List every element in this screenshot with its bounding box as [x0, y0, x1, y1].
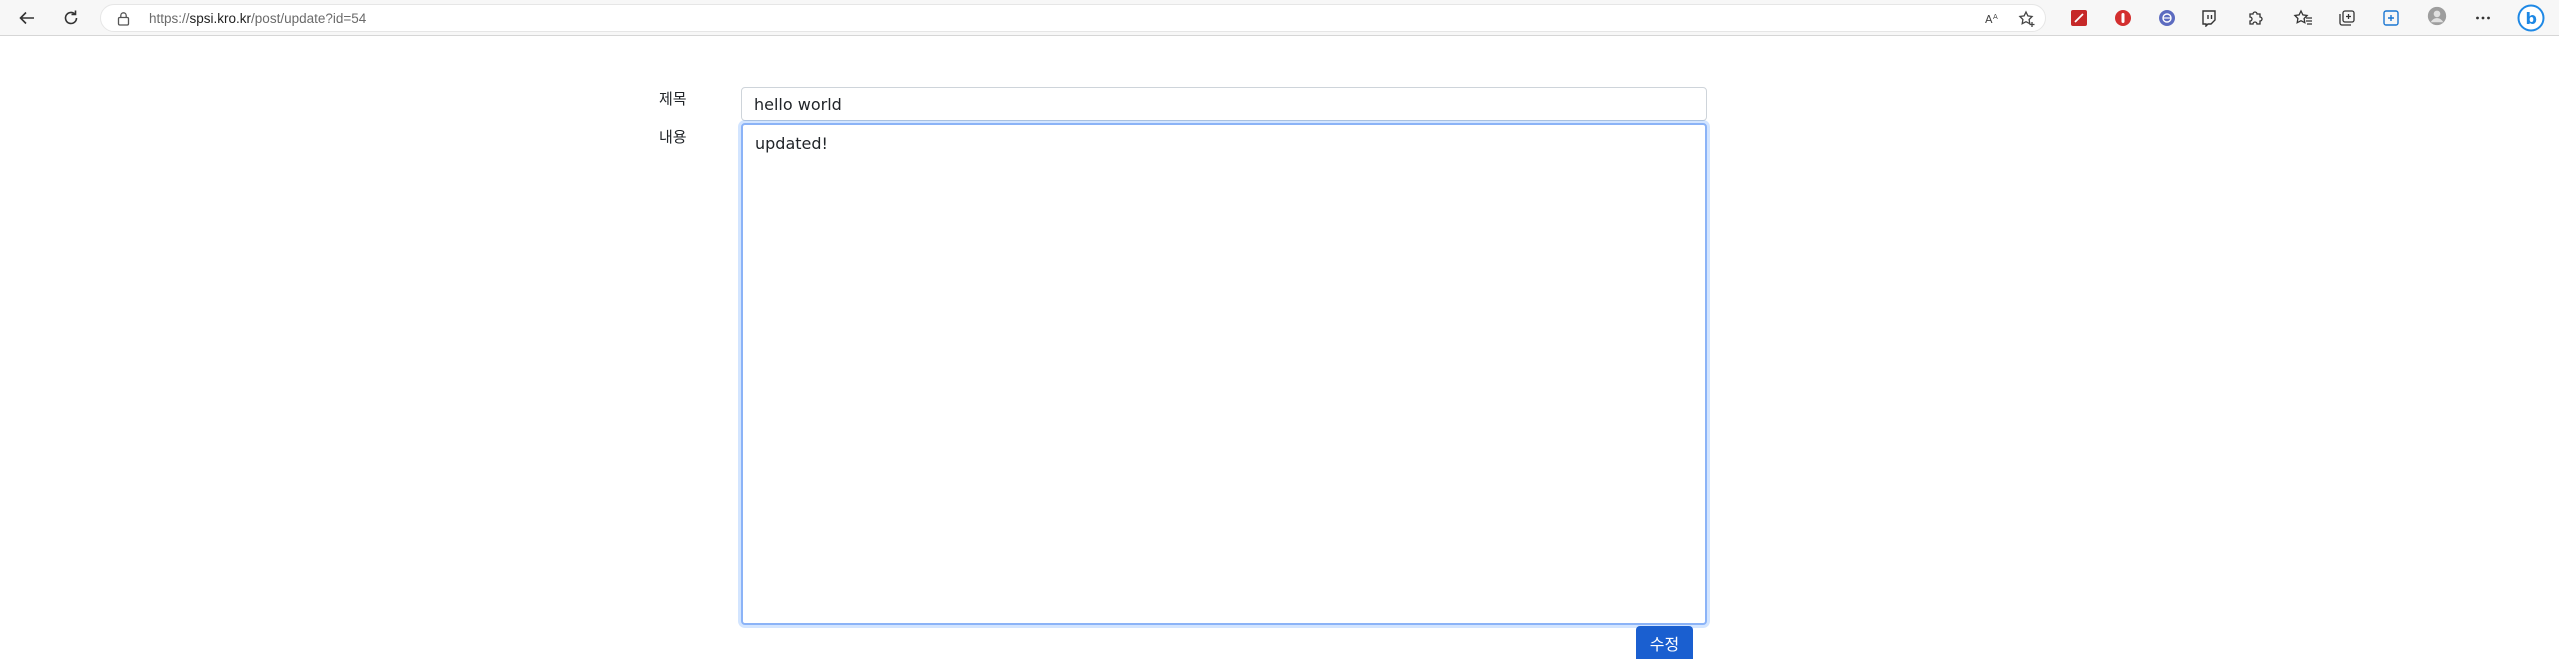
pdf-extension-icon[interactable]	[2069, 8, 2089, 28]
more-menu-icon[interactable]	[2473, 8, 2493, 28]
back-button[interactable]	[13, 4, 41, 32]
arrow-left-icon	[19, 11, 34, 25]
profile-avatar-icon[interactable]	[2427, 6, 2447, 26]
content-textarea[interactable]: updated!	[741, 123, 1707, 625]
translate-extension-icon[interactable]	[2157, 8, 2177, 28]
read-aloud-icon[interactable]: AA	[1983, 9, 2003, 29]
svg-text:A: A	[1985, 13, 1993, 26]
collections-icon[interactable]	[2337, 8, 2357, 28]
url-text[interactable]: https://spsi.kro.kr/post/update?id=54	[149, 11, 366, 26]
extensions-puzzle-icon[interactable]	[2245, 8, 2265, 28]
lock-icon	[117, 11, 130, 31]
title-input[interactable]	[741, 87, 1707, 121]
title-label: 제목	[659, 90, 687, 108]
svg-text:b: b	[2526, 9, 2537, 28]
browser-toolbar: https://spsi.kro.kr/post/update?id=54 AA…	[0, 0, 2559, 36]
address-bar[interactable]: https://spsi.kro.kr/post/update?id=54 AA	[100, 4, 2046, 32]
twitch-extension-icon[interactable]	[2199, 8, 2219, 28]
bing-copilot-icon[interactable]: b	[2517, 4, 2545, 32]
add-favorite-icon[interactable]	[2017, 9, 2037, 29]
svg-text:A: A	[1993, 13, 1998, 21]
content-label: 내용	[659, 128, 687, 146]
url-path: /post/update?id=54	[251, 11, 367, 26]
favorites-icon[interactable]	[2293, 8, 2313, 28]
adblock-extension-icon[interactable]	[2113, 8, 2133, 28]
url-host: spsi.kro.kr	[189, 11, 252, 26]
url-scheme: https://	[149, 11, 190, 26]
browser-essentials-icon[interactable]	[2381, 8, 2401, 28]
update-button[interactable]: 수정	[1636, 626, 1693, 659]
refresh-icon	[64, 10, 78, 25]
reload-button[interactable]	[57, 4, 85, 32]
